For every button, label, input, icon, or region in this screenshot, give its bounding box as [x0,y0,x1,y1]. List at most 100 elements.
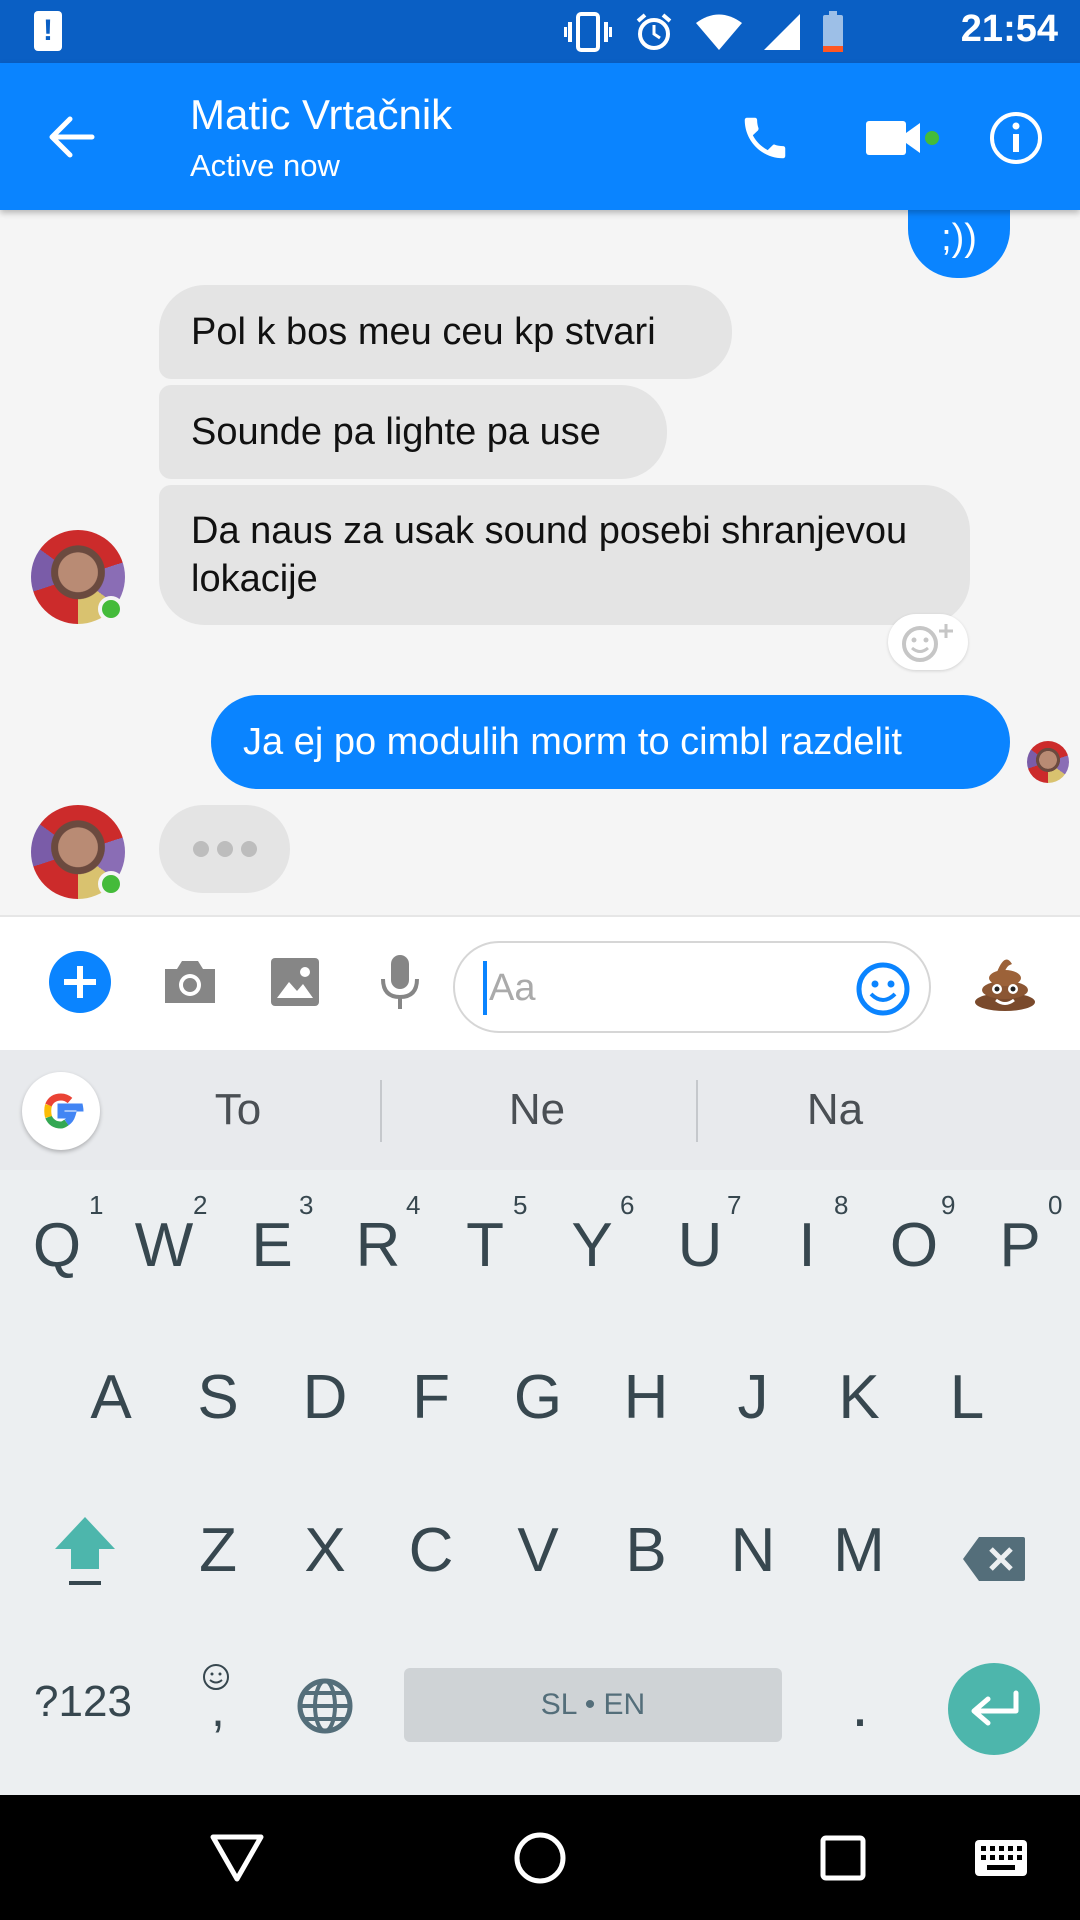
divider [380,1080,382,1142]
key-s[interactable]: S [168,1362,268,1433]
keyboard-icon [975,1840,1027,1876]
video-camera-icon [866,121,939,155]
message-bubble-received[interactable]: Sounde pa lighte pa use [159,385,667,479]
enter-arrow-icon [971,1690,1019,1726]
alert-icon [34,11,62,51]
message-input-container[interactable] [453,941,931,1033]
recents-nav-button[interactable] [808,1823,878,1893]
pile-of-poo-icon [975,959,1035,1011]
home-nav-button[interactable] [505,1823,575,1893]
online-indicator [98,871,124,897]
emoji-icon[interactable] [855,961,911,1017]
add-reaction-button[interactable] [888,614,968,670]
key-a[interactable]: A [61,1362,161,1433]
message-bubble-sent[interactable]: ;)) [908,210,1010,278]
key-c[interactable]: C [381,1515,481,1586]
typing-indicator [159,805,290,893]
message-bubble-sent[interactable]: Ja ej po modulih morm to cimbl razdelit [211,695,1010,789]
globe-icon [297,1678,353,1734]
backspace-key[interactable] [944,1527,1044,1598]
comma-label: , [211,1681,225,1737]
key-hint-9: 9 [941,1190,956,1220]
arrow-left-icon [49,116,95,158]
key-g[interactable]: G [488,1362,588,1433]
status-icons [564,10,844,54]
period-key[interactable]: . [810,1670,910,1741]
key-h[interactable]: H [596,1362,696,1433]
key-hint-5: 5 [513,1190,528,1220]
key-hint-3: 3 [299,1190,314,1220]
shift-arrow-icon [55,1517,115,1585]
keyboard: Q W E R T Y U I O P 1 2 3 4 5 6 7 8 9 0 … [0,1170,1080,1795]
circle-home-icon [514,1832,566,1884]
message-bubble-received[interactable]: Pol k bos meu ceu kp stvari [159,285,732,379]
read-receipt-avatar [1027,741,1069,783]
phone-icon [744,117,786,159]
info-icon [990,112,1042,164]
suggestion-1[interactable]: To [138,1085,338,1135]
status-bar: 21:54 [0,0,1080,63]
gallery-button[interactable] [260,947,330,1017]
key-z[interactable]: Z [168,1515,268,1586]
message-list[interactable]: ;)) Pol k bos meu ceu kp stvari Sounde p… [0,210,1080,915]
microphone-icon [381,955,419,1009]
google-logo-button[interactable] [22,1072,100,1150]
key-j[interactable]: J [703,1362,803,1433]
voice-message-button[interactable] [365,947,435,1017]
quick-reaction-button[interactable] [970,947,1040,1017]
more-actions-button[interactable] [45,947,115,1017]
key-hint-1: 1 [89,1190,104,1220]
space-bar[interactable]: SL • EN [404,1668,782,1742]
key-v[interactable]: V [488,1515,588,1586]
key-x[interactable]: X [275,1515,375,1586]
camera-button[interactable] [155,947,225,1017]
status-time: 21:54 [960,8,1058,50]
info-button[interactable] [981,103,1051,173]
key-k[interactable]: K [809,1362,909,1433]
video-call-button[interactable] [862,103,942,173]
plus-circle-icon [49,951,111,1013]
key-hint-2: 2 [193,1190,208,1220]
contact-status: Active now [190,148,340,183]
key-hint-0: 0 [1048,1190,1063,1220]
keyboard-suggestion-bar: To Ne Na [0,1050,1080,1170]
back-nav-button[interactable] [202,1823,272,1893]
key-f[interactable]: F [381,1362,481,1433]
vibrate-icon [564,12,612,52]
key-hint-7: 7 [727,1190,742,1220]
contact-name[interactable]: Matic Vrtačnik [190,91,452,139]
symbols-key[interactable]: ?123 [18,1677,148,1727]
key-l[interactable]: L [917,1362,1017,1433]
image-icon [271,958,319,1006]
google-g-icon [44,1093,84,1129]
key-b[interactable]: B [596,1515,696,1586]
message-composer [0,915,1080,1050]
square-recents-icon [820,1835,866,1881]
message-input[interactable] [483,961,833,1015]
smiley-plus-icon [902,624,953,662]
online-indicator [98,596,124,622]
alarm-icon [636,13,672,50]
suggestion-3[interactable]: Na [735,1085,935,1135]
language-key[interactable] [275,1677,375,1750]
battery-icon [823,11,843,52]
voice-call-button[interactable] [730,103,800,173]
keyboard-switch-button[interactable] [966,1823,1036,1893]
key-m[interactable]: M [809,1515,909,1586]
signal-icon [764,14,800,50]
triangle-back-icon [210,1834,264,1882]
message-bubble-received[interactable]: Da naus za usak sound posebi shranjevou … [159,485,970,625]
navigation-bar [0,1795,1080,1920]
key-hint-4: 4 [406,1190,421,1220]
suggestion-2[interactable]: Ne [437,1085,637,1135]
back-button[interactable] [44,109,100,165]
wifi-icon [696,14,742,50]
camera-icon [165,961,215,1003]
divider [696,1080,698,1142]
shift-key[interactable] [35,1513,135,1604]
key-n[interactable]: N [703,1515,803,1586]
key-hint-6: 6 [620,1190,635,1220]
backspace-icon [963,1537,1025,1581]
enter-key[interactable] [948,1663,1040,1755]
key-d[interactable]: D [275,1362,375,1433]
